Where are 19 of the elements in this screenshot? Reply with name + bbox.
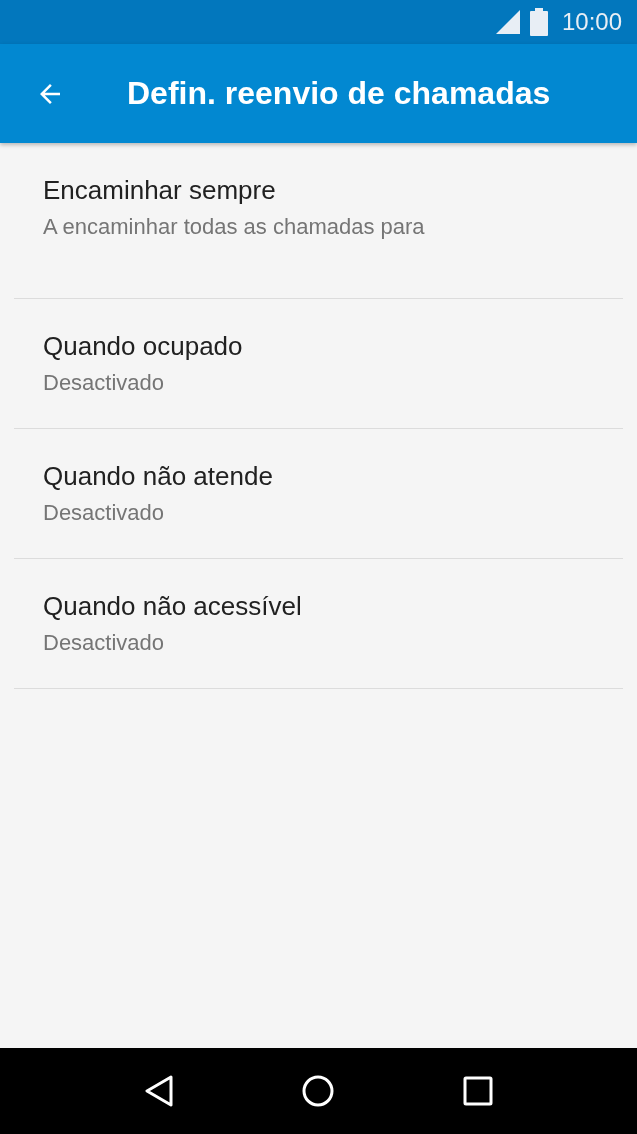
setting-summary: Desactivado [43,630,166,656]
setting-item[interactable]: Encaminhar sempre A encaminhar todas as chamadas para [14,143,623,299]
setting-item[interactable]: Quando não atende Desactivado [14,429,623,559]
setting-item[interactable]: Quando ocupado Desactivado [14,299,623,429]
screen-title: Defin. reenvio de chamadas [127,75,551,112]
signal-icon [495,10,520,34]
setting-summary: Desactivado [43,500,166,526]
status-time: 10:00 [561,8,622,36]
setting-title: Quando não atende [43,461,274,492]
setting-title: Quando ocupado [43,331,244,362]
setting-summary: A encaminhar todas as chamadas para [43,214,426,240]
setting-title: Encaminhar sempre [43,175,277,206]
battery-icon [529,8,548,36]
setting-title: Quando não acessível [43,591,303,622]
recents-icon[interactable] [463,1076,494,1106]
setting-summary: Desactivado [43,370,166,396]
setting-item[interactable]: Quando não acessível Desactivado [14,559,623,689]
home-icon[interactable] [301,1074,336,1108]
back-nav-icon[interactable] [143,1075,174,1107]
